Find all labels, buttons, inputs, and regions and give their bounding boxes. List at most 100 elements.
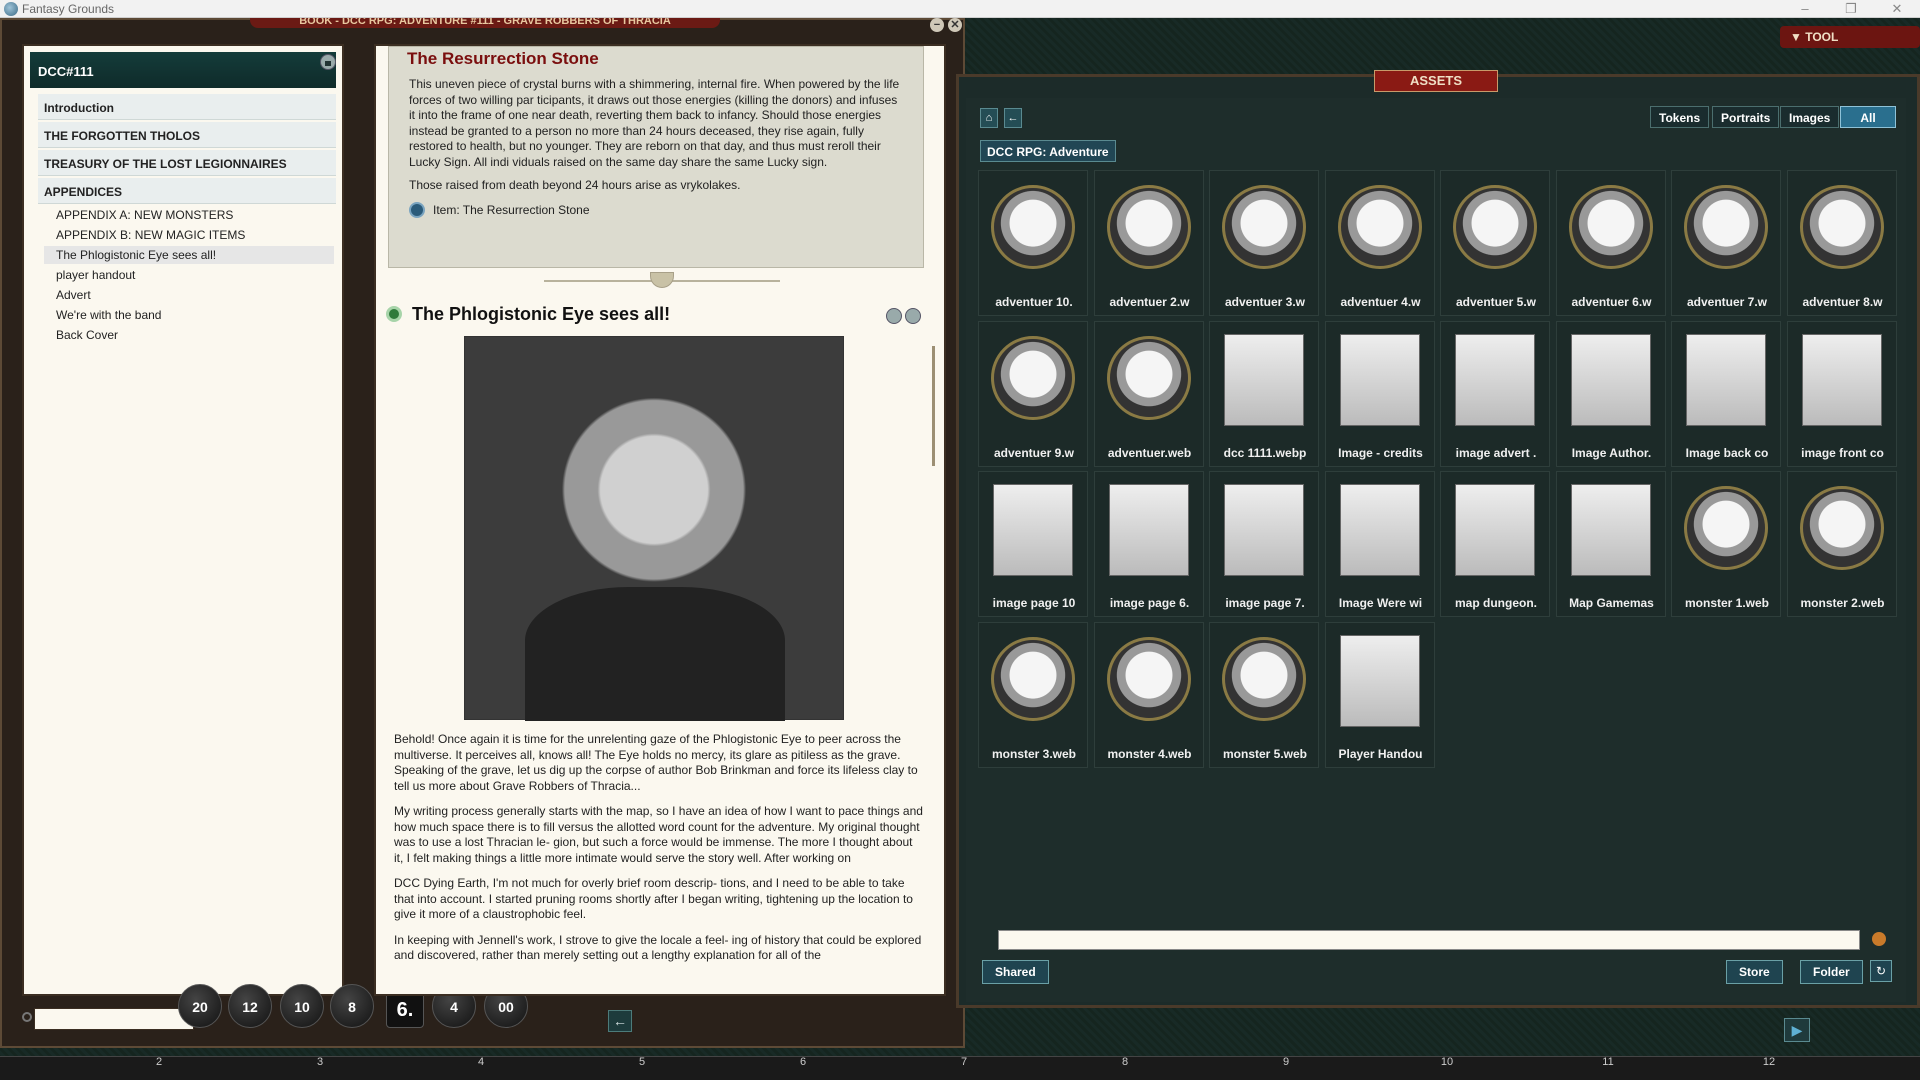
index-section-forgotten-tholos[interactable]: THE FORGOTTEN THOLOS — [38, 122, 336, 148]
asset-thumbnail[interactable] — [1224, 333, 1304, 426]
asset-thumbnail[interactable] — [1684, 486, 1768, 570]
hotbar-slot[interactable]: 7 — [957, 1056, 971, 1070]
asset-thumbnail[interactable] — [1455, 484, 1535, 576]
item-link-label[interactable]: Item: The Resurrection Stone — [433, 203, 590, 217]
index-item-with-the-band[interactable]: We're with the band — [50, 306, 340, 324]
assets-search-input[interactable] — [998, 930, 1860, 950]
scrollbar-thumb[interactable] — [932, 346, 935, 466]
asset-tile[interactable]: adventuer 4.w — [1324, 170, 1435, 316]
lock-icon[interactable] — [320, 54, 336, 70]
folder-button[interactable]: Folder — [1800, 960, 1863, 984]
asset-thumbnail[interactable] — [1224, 484, 1304, 576]
minimize-icon[interactable]: – — [1782, 0, 1828, 18]
asset-thumbnail[interactable] — [1222, 185, 1306, 269]
minimize-book-icon[interactable]: − — [930, 18, 944, 32]
asset-thumbnail[interactable] — [993, 484, 1073, 576]
asset-thumbnail[interactable] — [1106, 185, 1191, 269]
restore-icon[interactable]: ❐ — [1828, 0, 1874, 18]
asset-tile[interactable]: adventuer 2.w — [1093, 170, 1204, 316]
asset-thumbnail[interactable] — [1801, 333, 1882, 426]
lock-icon[interactable] — [905, 308, 921, 324]
book-window-title[interactable]: BOOK - DCC RPG: ADVENTURE #111 - GRAVE R… — [250, 18, 720, 28]
asset-tile[interactable]: Map Gamemas — [1555, 471, 1666, 617]
filter-all[interactable]: All — [1840, 106, 1896, 128]
asset-tile[interactable]: adventuer 5.w — [1440, 170, 1550, 316]
asset-thumbnail[interactable] — [1106, 335, 1191, 420]
asset-tile[interactable]: image page 7. — [1209, 471, 1319, 617]
asset-tile[interactable]: image page 6. — [1093, 471, 1204, 617]
shared-button[interactable]: Shared — [982, 960, 1049, 984]
asset-tile[interactable]: monster 5.web — [1209, 621, 1319, 768]
hotbar-slot[interactable]: 4 — [474, 1056, 488, 1070]
asset-tile[interactable]: monster 2.web — [1786, 471, 1897, 617]
asset-thumbnail[interactable] — [991, 335, 1075, 420]
asset-tile[interactable]: adventuer 7.w — [1671, 170, 1781, 316]
hotbar-slot[interactable]: 3 — [313, 1056, 327, 1070]
asset-thumbnail[interactable] — [1108, 484, 1189, 576]
index-item-player-handout[interactable]: player handout — [50, 266, 340, 284]
close-icon[interactable]: ✕ — [1874, 0, 1920, 18]
asset-thumbnail[interactable] — [1570, 333, 1651, 426]
d12-dice[interactable]: 12 — [228, 984, 272, 1028]
hotbar-slot[interactable]: 10 — [1440, 1056, 1454, 1070]
asset-thumbnail[interactable] — [1222, 636, 1306, 721]
index-item-back-cover[interactable]: Back Cover — [50, 326, 340, 344]
index-section-appendices[interactable]: APPENDICES — [38, 178, 336, 204]
asset-tile[interactable]: adventuer.web — [1093, 320, 1204, 467]
asset-thumbnail[interactable] — [1799, 185, 1884, 269]
refresh-icon[interactable]: ↻ — [1870, 960, 1892, 982]
asset-tile[interactable]: Player Handou — [1324, 621, 1435, 768]
asset-tile[interactable]: map dungeon. — [1440, 471, 1550, 617]
asset-thumbnail[interactable] — [1799, 486, 1884, 570]
hotbar-slot[interactable]: 6 — [796, 1056, 810, 1070]
asset-tile[interactable]: monster 4.web — [1093, 621, 1204, 768]
asset-tile[interactable]: adventuer 6.w — [1555, 170, 1666, 316]
tool-label[interactable]: TOOL — [1805, 30, 1838, 44]
asset-thumbnail[interactable] — [1686, 333, 1766, 426]
asset-thumbnail[interactable] — [1568, 185, 1653, 269]
asset-tile[interactable]: Image back co — [1671, 320, 1781, 467]
filter-portraits[interactable]: Portraits — [1712, 106, 1780, 128]
folder-path[interactable]: DCC RPG: Adventure — [980, 140, 1116, 162]
asset-thumbnail[interactable] — [1570, 484, 1651, 576]
asset-tile[interactable]: Image Author. — [1555, 320, 1666, 467]
hotbar-slot[interactable]: 5 — [635, 1056, 649, 1070]
asset-tile[interactable]: adventuer 8.w — [1786, 170, 1897, 316]
hotbar-slot[interactable]: 11 — [1601, 1056, 1615, 1070]
asset-tile[interactable]: image page 10 — [978, 471, 1088, 617]
asset-thumbnail[interactable] — [1339, 634, 1420, 727]
back-icon[interactable]: ← — [1004, 108, 1022, 128]
asset-tile[interactable]: adventuer 3.w — [1209, 170, 1319, 316]
index-search-input[interactable] — [34, 1008, 194, 1030]
hotbar-slot[interactable]: 8 — [1118, 1056, 1132, 1070]
asset-tile[interactable]: adventuer 10. — [978, 170, 1088, 316]
filter-images[interactable]: Images — [1780, 106, 1840, 128]
back-arrow-icon[interactable]: ← — [608, 1010, 632, 1032]
asset-thumbnail[interactable] — [1337, 185, 1422, 269]
hotbar-slot[interactable]: 9 — [1279, 1056, 1293, 1070]
asset-tile[interactable]: monster 3.web — [978, 621, 1088, 768]
index-section-introduction[interactable]: Introduction — [38, 94, 336, 120]
asset-tile[interactable]: adventuer 9.w — [978, 320, 1088, 467]
play-icon[interactable]: ▶ — [1784, 1018, 1810, 1042]
search-icon[interactable] — [1872, 932, 1886, 946]
asset-tile[interactable]: dcc 1111.webp — [1209, 320, 1319, 467]
d8-dice[interactable]: 8 — [330, 984, 374, 1028]
asset-tile[interactable]: monster 1.web — [1671, 471, 1781, 617]
store-button[interactable]: Store — [1726, 960, 1783, 984]
index-item-advert[interactable]: Advert — [50, 286, 340, 304]
asset-tile[interactable]: Image - credits — [1324, 320, 1435, 467]
hotbar-slot[interactable]: 12 — [1762, 1056, 1776, 1070]
item-link[interactable]: Item: The Resurrection Stone — [409, 201, 903, 218]
asset-tile[interactable]: image advert . — [1440, 320, 1550, 467]
close-book-icon[interactable]: ✕ — [948, 18, 962, 32]
copy-icon[interactable] — [886, 308, 902, 324]
index-item-appendix-b[interactable]: APPENDIX B: NEW MAGIC ITEMS — [50, 226, 340, 244]
d20-dice[interactable]: 20 — [178, 984, 222, 1028]
content-scrollbar[interactable] — [928, 46, 938, 994]
asset-thumbnail[interactable] — [1684, 185, 1768, 269]
tool-tab[interactable]: ▼ TOOL — [1780, 26, 1920, 48]
d10-dice[interactable]: 10 — [280, 984, 324, 1028]
asset-thumbnail[interactable] — [991, 636, 1075, 721]
hotbar-slot[interactable]: 2 — [152, 1056, 166, 1070]
